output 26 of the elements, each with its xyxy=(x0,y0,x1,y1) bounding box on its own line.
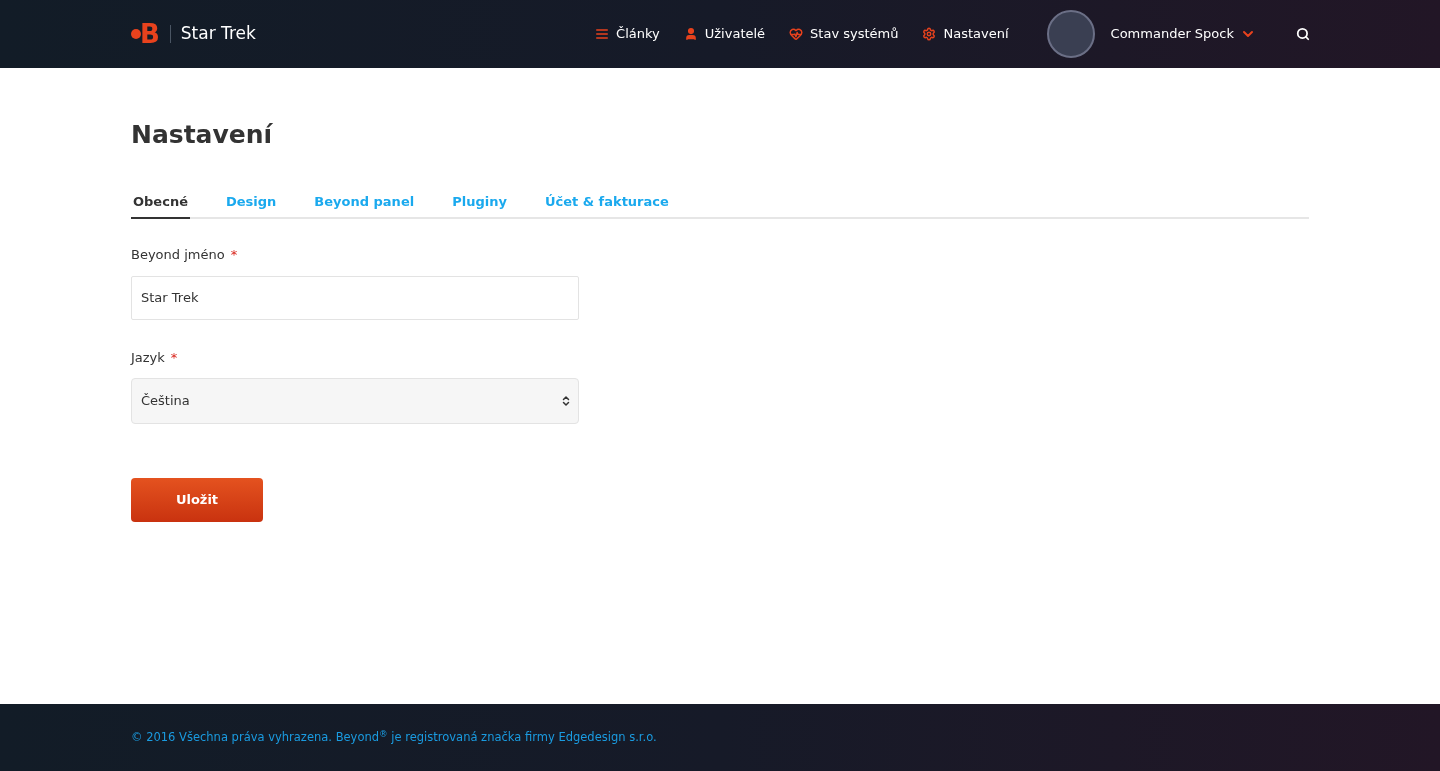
input-field[interactable]: Star Trek xyxy=(131,275,579,320)
user-icon xyxy=(683,27,698,41)
page-title: Nastavení xyxy=(131,119,274,151)
nav-link[interactable]: Články xyxy=(595,24,660,44)
nav-link[interactable]: Uživatelé xyxy=(683,24,766,44)
language-select[interactable]: Čeština xyxy=(131,378,579,424)
logo-letter: B xyxy=(140,21,160,47)
nav-link[interactable]: Stav systémů xyxy=(789,24,899,44)
search-button[interactable] xyxy=(1296,27,1310,41)
required-mark: * xyxy=(230,246,238,264)
list-icon xyxy=(595,27,610,41)
settings-icon xyxy=(922,27,937,41)
tab[interactable]: Obecné xyxy=(131,191,190,219)
save-button[interactable]: Uložit xyxy=(131,478,263,522)
copyright-text: © 2016 Všechna práva vyhrazena. Beyond$^{®}$ je registrovaná značka firmy Edgedesign s.r.o. xyxy=(131,728,657,746)
site-name: Star Trek xyxy=(180,22,256,46)
up-down-icon xyxy=(560,395,572,407)
required-mark: * xyxy=(170,348,178,367)
field-label: Beyond jméno xyxy=(131,246,225,264)
logo-dot-icon xyxy=(131,29,141,39)
heart-pulse-icon xyxy=(789,27,804,41)
avatar[interactable] xyxy=(1046,10,1095,58)
user-menu-button[interactable]: Commander Spock xyxy=(1110,24,1256,44)
search-icon xyxy=(1296,27,1310,41)
field-label: Jazyk xyxy=(131,348,165,367)
nav-link[interactable]: Nastavení xyxy=(922,24,1009,44)
